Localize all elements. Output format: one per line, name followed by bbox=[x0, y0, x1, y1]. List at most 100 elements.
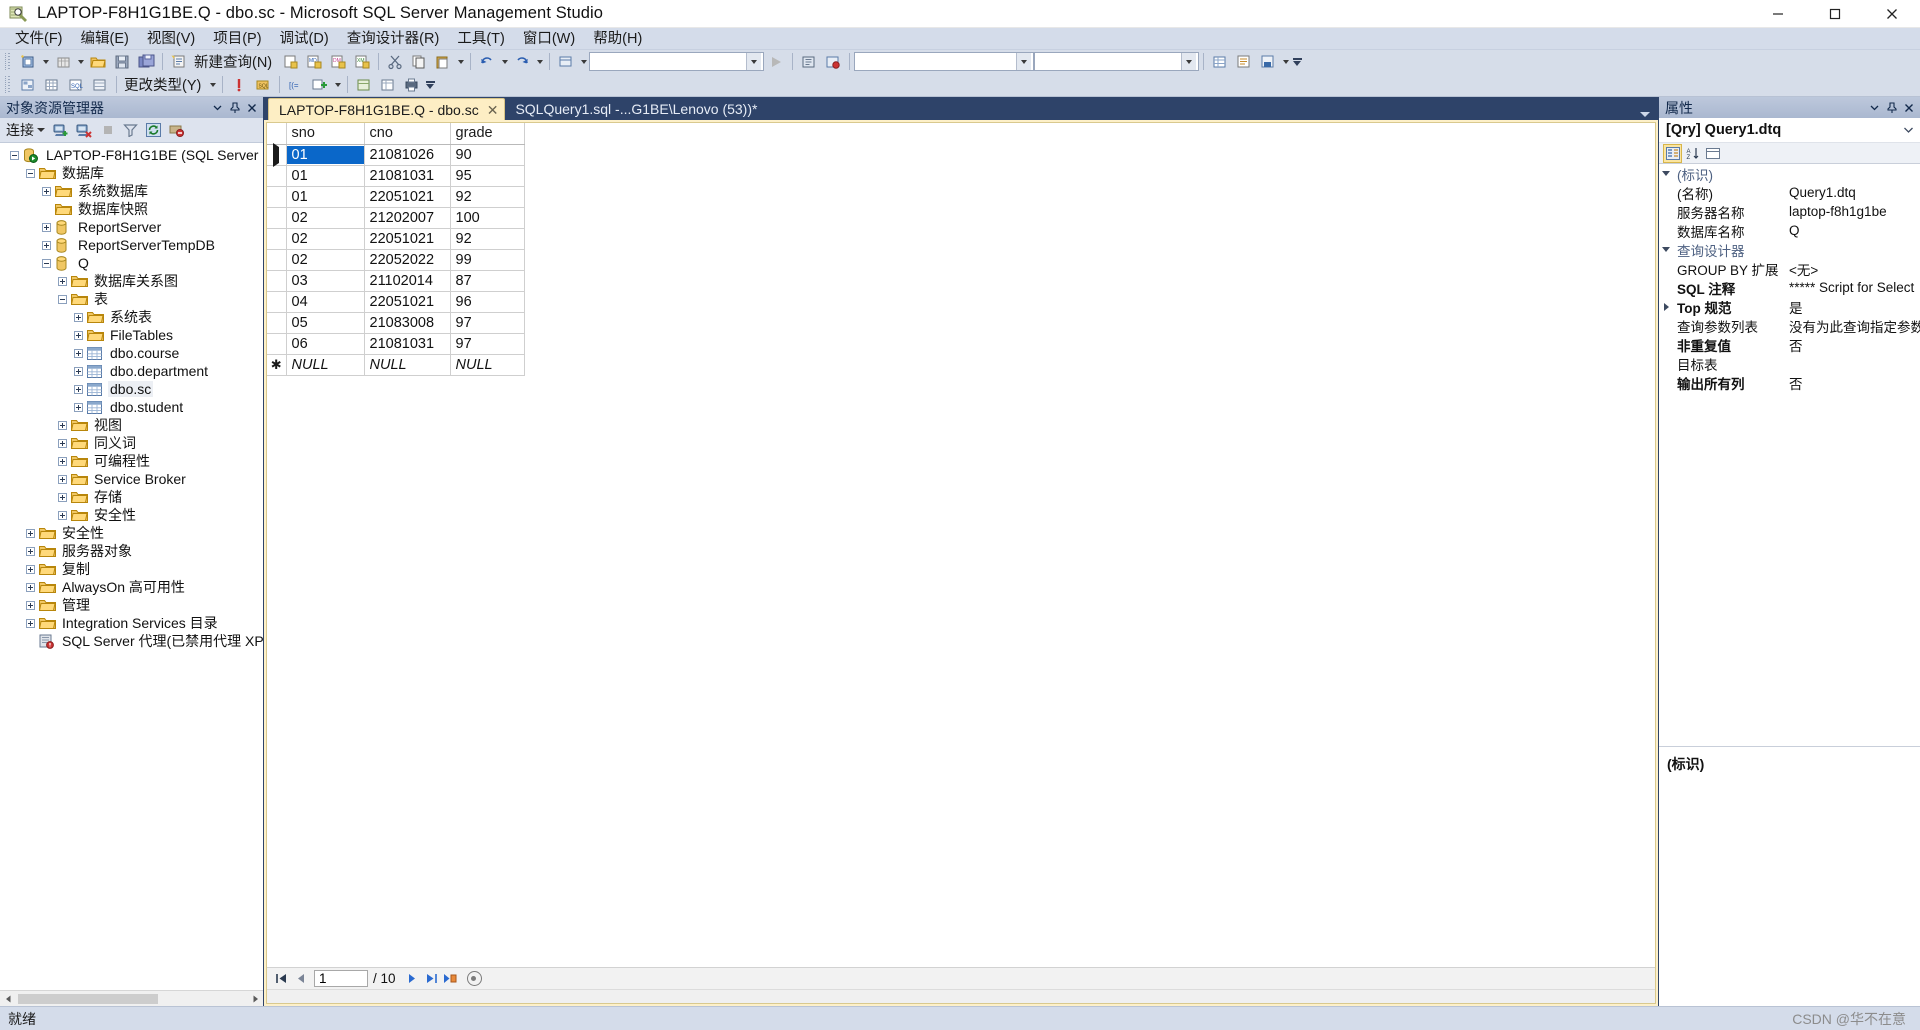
tree-node[interactable]: 数据库关系图 bbox=[0, 272, 263, 290]
cell-sno[interactable]: 04 bbox=[286, 291, 365, 313]
hscroll-track[interactable] bbox=[16, 990, 247, 1007]
property-value[interactable]: 没有为此查询指定参数 bbox=[1785, 316, 1920, 336]
new-item-dropdown[interactable] bbox=[75, 51, 86, 72]
results-to-grid-icon[interactable] bbox=[1209, 51, 1231, 72]
cell-sno[interactable]: 02 bbox=[286, 228, 365, 250]
tree-node[interactable]: 系统表 bbox=[0, 308, 263, 326]
property-row[interactable]: 非重复值 否 bbox=[1659, 335, 1920, 354]
expand-icon[interactable] bbox=[56, 419, 69, 432]
table-row[interactable]: 02 21202007 100 bbox=[267, 207, 525, 229]
show-sql-pane-icon[interactable]: SQL bbox=[65, 74, 87, 95]
execute-target-dropdown[interactable] bbox=[578, 51, 589, 72]
property-pages-icon[interactable] bbox=[1703, 144, 1722, 163]
row-selector-cell[interactable] bbox=[267, 291, 287, 313]
chevron-down-icon[interactable] bbox=[1904, 122, 1920, 138]
tree-node[interactable]: 服务器对象 bbox=[0, 542, 263, 560]
cell-grade[interactable]: 92 bbox=[450, 228, 525, 250]
chevron-down-icon[interactable] bbox=[1016, 53, 1032, 70]
maximize-button[interactable] bbox=[1806, 0, 1863, 28]
chevron-down-icon[interactable] bbox=[1181, 53, 1197, 70]
collapse-icon[interactable] bbox=[8, 149, 21, 162]
expand-icon[interactable] bbox=[56, 473, 69, 486]
expand-icon[interactable] bbox=[56, 275, 69, 288]
results-to-file-icon[interactable] bbox=[1257, 51, 1279, 72]
table-row[interactable]: 02 22051021 92 bbox=[267, 228, 525, 250]
row-selector-cell[interactable] bbox=[267, 142, 287, 167]
tree-node[interactable]: 数据库 bbox=[0, 164, 263, 182]
property-category-row[interactable]: (标识) bbox=[1659, 164, 1920, 183]
menu-view[interactable]: 视图(V) bbox=[138, 28, 204, 50]
tree-node[interactable]: 安全性 bbox=[0, 506, 263, 524]
expand-icon[interactable] bbox=[24, 581, 37, 594]
tree-node[interactable]: AlwaysOn 高可用性 bbox=[0, 578, 263, 596]
chevron-down-icon[interactable] bbox=[210, 100, 225, 116]
show-criteria-pane-icon[interactable] bbox=[41, 74, 63, 95]
cell-cno[interactable]: 21081031 bbox=[364, 333, 451, 355]
tree-node[interactable]: 安全性 bbox=[0, 524, 263, 542]
cell-sno[interactable]: 02 bbox=[286, 249, 365, 271]
paste-icon[interactable] bbox=[432, 51, 454, 72]
cell-cno[interactable]: 21202007 bbox=[364, 207, 451, 229]
tree-node[interactable]: Q bbox=[0, 254, 263, 272]
table-row[interactable]: 01 22051021 92 bbox=[267, 186, 525, 208]
database-combo[interactable] bbox=[589, 52, 765, 71]
tree-node[interactable]: LAPTOP-F8H1G1BE (SQL Server 11.0. bbox=[0, 146, 263, 164]
row-selector-cell[interactable]: ✱ bbox=[267, 354, 287, 376]
property-row[interactable]: 目标表 bbox=[1659, 354, 1920, 373]
property-row[interactable]: GROUP BY 扩展 <无> bbox=[1659, 259, 1920, 278]
new-xmla-query-icon[interactable]: XM bbox=[351, 51, 373, 72]
sync-icon[interactable] bbox=[165, 120, 188, 141]
add-table-icon[interactable] bbox=[309, 74, 331, 95]
menu-edit[interactable]: 编辑(E) bbox=[72, 28, 138, 50]
expand-icon[interactable] bbox=[56, 509, 69, 522]
filter-icon[interactable] bbox=[119, 120, 142, 141]
results-to-text-icon[interactable] bbox=[1233, 51, 1255, 72]
row-selector-cell[interactable] bbox=[267, 249, 287, 271]
object-explorer-hscrollbar[interactable] bbox=[0, 990, 263, 1007]
change-type-label[interactable]: 更改类型(Y) bbox=[121, 74, 207, 95]
row-selector-header[interactable] bbox=[267, 123, 287, 145]
table-row[interactable]: 02 22052022 99 bbox=[267, 249, 525, 271]
row-selector-cell[interactable] bbox=[267, 312, 287, 334]
toolbar-overflow-button[interactable] bbox=[1291, 51, 1303, 72]
tree-node[interactable]: FileTables bbox=[0, 326, 263, 344]
column-header-cno[interactable]: cno bbox=[364, 123, 451, 145]
previous-page-icon[interactable] bbox=[292, 970, 309, 987]
cell-cno[interactable]: 21083008 bbox=[364, 312, 451, 334]
expand-icon[interactable] bbox=[72, 365, 85, 378]
property-value[interactable]: 否 bbox=[1785, 373, 1920, 393]
menu-query-designer[interactable]: 查询设计器(R) bbox=[338, 28, 449, 50]
toolbar-grip-2[interactable] bbox=[5, 76, 13, 93]
categorized-icon[interactable] bbox=[1663, 143, 1682, 163]
close-icon[interactable]: ✕ bbox=[487, 103, 499, 117]
cell-grade[interactable]: 96 bbox=[450, 291, 525, 313]
properties-grid[interactable]: (标识) (名称) Query1.dtq 服务器名称 laptop-f8h1g1be 数据… bbox=[1659, 164, 1920, 746]
tree-node[interactable]: 可编程性 bbox=[0, 452, 263, 470]
expand-icon[interactable] bbox=[56, 437, 69, 450]
cell-grade[interactable]: 95 bbox=[450, 165, 525, 187]
property-row[interactable]: 查询参数列表 没有为此查询指定参数 bbox=[1659, 316, 1920, 335]
new-dmx-query-icon[interactable]: DM bbox=[327, 51, 349, 72]
scroll-left-icon[interactable] bbox=[0, 990, 16, 1007]
properties-window-icon[interactable] bbox=[377, 74, 399, 95]
new-item-icon[interactable] bbox=[52, 51, 74, 72]
row-selector-cell[interactable] bbox=[267, 333, 287, 355]
table-row[interactable]: ✱ NULL NULL NULL bbox=[267, 354, 525, 376]
property-row[interactable]: 服务器名称 laptop-f8h1g1be bbox=[1659, 202, 1920, 221]
results-dropdown[interactable] bbox=[1280, 51, 1291, 72]
cell-cno[interactable]: 22051021 bbox=[364, 291, 451, 313]
property-value[interactable]: 否 bbox=[1785, 335, 1920, 355]
cell-cno[interactable]: 22051021 bbox=[364, 228, 451, 250]
tab-sqlquery1[interactable]: SQLQuery1.sql -...G1BE\Lenovo (53))* bbox=[505, 98, 763, 120]
collapse-icon[interactable] bbox=[40, 257, 53, 270]
debug-icon[interactable] bbox=[798, 51, 820, 72]
cell-grade[interactable]: 97 bbox=[450, 312, 525, 334]
cell-cno[interactable]: NULL bbox=[364, 354, 451, 376]
toolbar-overflow-button-2[interactable] bbox=[424, 74, 436, 95]
new-project-icon[interactable] bbox=[17, 51, 39, 72]
new-query-icon[interactable] bbox=[168, 51, 190, 72]
expand-icon[interactable] bbox=[40, 185, 53, 198]
stop-icon[interactable] bbox=[96, 120, 119, 141]
cell-grade[interactable]: 92 bbox=[450, 186, 525, 208]
expand-icon[interactable] bbox=[24, 527, 37, 540]
